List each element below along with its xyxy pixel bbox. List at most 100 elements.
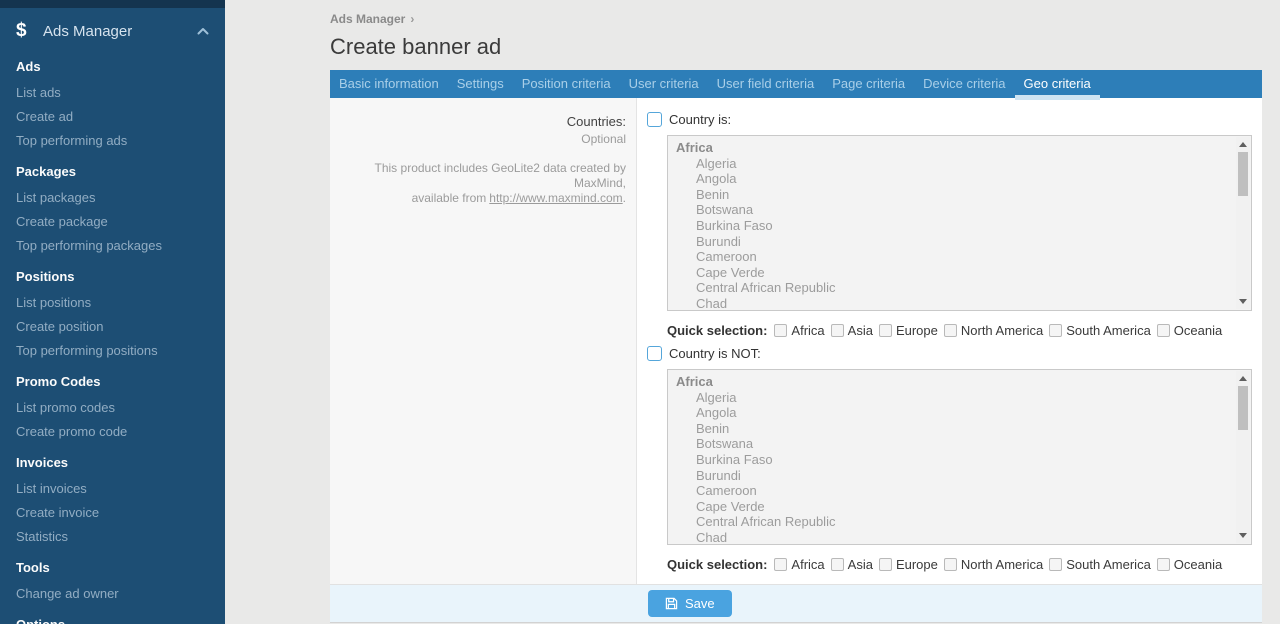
- continent-checkbox[interactable]: [1157, 324, 1170, 337]
- country-option: Algeria: [676, 390, 1227, 406]
- app-title: Ads Manager: [43, 23, 195, 40]
- scrollbar[interactable]: [1236, 371, 1250, 543]
- sidebar-section: Packages List packages Create package To…: [16, 164, 209, 257]
- country-option: Burundi: [676, 234, 1227, 250]
- save-button-label: Save: [685, 596, 715, 611]
- continent-checkbox-group: Africa Asia Europe: [774, 323, 1228, 338]
- chevron-up-icon[interactable]: [195, 25, 211, 37]
- continent-checkbox[interactable]: [1157, 558, 1170, 571]
- optional-label: Optional: [330, 132, 626, 147]
- sidebar-item[interactable]: Create promo code: [16, 419, 209, 443]
- continent-checkbox[interactable]: [774, 558, 787, 571]
- sidebar-section-items: List invoices Create invoice Statistics: [16, 476, 209, 548]
- sidebar-item[interactable]: Change ad owner: [16, 581, 209, 605]
- scroll-down-arrow-icon[interactable]: [1239, 533, 1247, 538]
- continent-label: Europe: [896, 557, 938, 572]
- continent-checkbox[interactable]: [831, 324, 844, 337]
- sidebar-item[interactable]: Create package: [16, 209, 209, 233]
- continent-checkbox[interactable]: [944, 558, 957, 571]
- sidebar-item[interactable]: List packages: [16, 185, 209, 209]
- continent-option: Asia: [831, 323, 873, 338]
- sidebar: $ Ads Manager Ads List ads Create ad: [0, 0, 225, 624]
- sidebar-section-items: List packages Create package Top perform…: [16, 185, 209, 257]
- sidebar-item[interactable]: Top performing ads: [16, 128, 209, 152]
- continent-label: Oceania: [1174, 557, 1222, 572]
- continent-checkbox[interactable]: [1049, 558, 1062, 571]
- sidebar-item[interactable]: Statistics: [16, 524, 209, 548]
- sidebar-item[interactable]: List promo codes: [16, 395, 209, 419]
- tab[interactable]: Page criteria: [823, 70, 914, 98]
- continent-label: South America: [1066, 557, 1151, 572]
- country-option: Chad: [676, 530, 1227, 545]
- country-option: Central African Republic: [676, 514, 1227, 530]
- country-option: Angola: [676, 405, 1227, 421]
- sidebar-section: Promo Codes List promo codes Create prom…: [16, 374, 209, 443]
- sidebar-item[interactable]: List positions: [16, 290, 209, 314]
- sidebar-header: $ Ads Manager: [0, 8, 225, 42]
- country-option: Angola: [676, 171, 1227, 187]
- country-is-select[interactable]: Africa AlgeriaAngolaBeninBotswanaBurkina…: [667, 135, 1252, 311]
- breadcrumb-link-ads-manager[interactable]: Ads Manager: [330, 12, 405, 26]
- tab[interactable]: Geo criteria: [1015, 70, 1100, 98]
- quick-selection-label: Quick selection:: [667, 323, 767, 338]
- country-option: Cape Verde: [676, 265, 1227, 281]
- continent-option: North America: [944, 323, 1043, 338]
- continent-label: Asia: [848, 323, 873, 338]
- sidebar-item[interactable]: Top performing packages: [16, 233, 209, 257]
- continent-option: North America: [944, 557, 1043, 572]
- continent-option: South America: [1049, 323, 1151, 338]
- maxmind-link[interactable]: http://www.maxmind.com: [489, 191, 622, 205]
- country-option: Central African Republic: [676, 280, 1227, 296]
- tab[interactable]: Settings: [448, 70, 513, 98]
- scrollbar-thumb[interactable]: [1238, 386, 1248, 430]
- page-title: Create banner ad: [330, 34, 1262, 60]
- country-is-checkbox[interactable]: [647, 112, 662, 127]
- scroll-up-arrow-icon[interactable]: [1239, 142, 1247, 147]
- continent-checkbox-group: Africa Asia Europe: [774, 557, 1228, 572]
- tab[interactable]: Position criteria: [513, 70, 620, 98]
- sidebar-section: Ads List ads Create ad Top performing ad…: [16, 59, 209, 152]
- country-option: Burundi: [676, 468, 1227, 484]
- geolite-hint-line2-prefix: available from: [412, 191, 487, 205]
- sidebar-item[interactable]: Create invoice: [16, 500, 209, 524]
- continent-checkbox[interactable]: [1049, 324, 1062, 337]
- screen: $ Ads Manager Ads List ads Create ad: [0, 0, 1280, 624]
- tab[interactable]: User criteria: [620, 70, 708, 98]
- sidebar-item[interactable]: List invoices: [16, 476, 209, 500]
- sidebar-section-label: Invoices: [16, 455, 209, 470]
- continent-checkbox[interactable]: [831, 558, 844, 571]
- sidebar-item[interactable]: List ads: [16, 80, 209, 104]
- sidebar-section: Invoices List invoices Create invoice St…: [16, 455, 209, 548]
- sidebar-section: Options: [16, 617, 209, 624]
- continent-option: Oceania: [1157, 557, 1222, 572]
- quick-selection-label: Quick selection:: [667, 557, 767, 572]
- continent-checkbox[interactable]: [774, 324, 787, 337]
- countries-label: Countries:: [330, 114, 626, 130]
- country-is-not-select[interactable]: Africa AlgeriaAngolaBeninBotswanaBurkina…: [667, 369, 1252, 545]
- continent-option: Africa: [774, 323, 824, 338]
- continent-checkbox[interactable]: [944, 324, 957, 337]
- scroll-up-arrow-icon[interactable]: [1239, 376, 1247, 381]
- continent-label: Europe: [896, 323, 938, 338]
- sidebar-top-strip: [0, 0, 225, 8]
- continent-label: Asia: [848, 557, 873, 572]
- sidebar-section-items: List positions Create position Top perfo…: [16, 290, 209, 362]
- continent-checkbox[interactable]: [879, 324, 892, 337]
- tab[interactable]: User field criteria: [708, 70, 824, 98]
- sidebar-section-label: Promo Codes: [16, 374, 209, 389]
- country-is-not-checkbox[interactable]: [647, 346, 662, 361]
- sidebar-item[interactable]: Top performing positions: [16, 338, 209, 362]
- sidebar-section-label: Packages: [16, 164, 209, 179]
- scrollbar-thumb[interactable]: [1238, 152, 1248, 196]
- scrollbar[interactable]: [1236, 137, 1250, 309]
- save-button[interactable]: Save: [648, 590, 732, 617]
- tab[interactable]: Basic information: [330, 70, 448, 98]
- continent-checkbox[interactable]: [879, 558, 892, 571]
- optgroup-label: Africa: [676, 140, 1227, 156]
- geolite-hint: This product includes GeoLite2 data crea…: [330, 161, 626, 206]
- sidebar-item[interactable]: Create ad: [16, 104, 209, 128]
- quick-selection-row: Quick selection: Africa: [667, 557, 1252, 572]
- scroll-down-arrow-icon[interactable]: [1239, 299, 1247, 304]
- sidebar-item[interactable]: Create position: [16, 314, 209, 338]
- tab[interactable]: Device criteria: [914, 70, 1014, 98]
